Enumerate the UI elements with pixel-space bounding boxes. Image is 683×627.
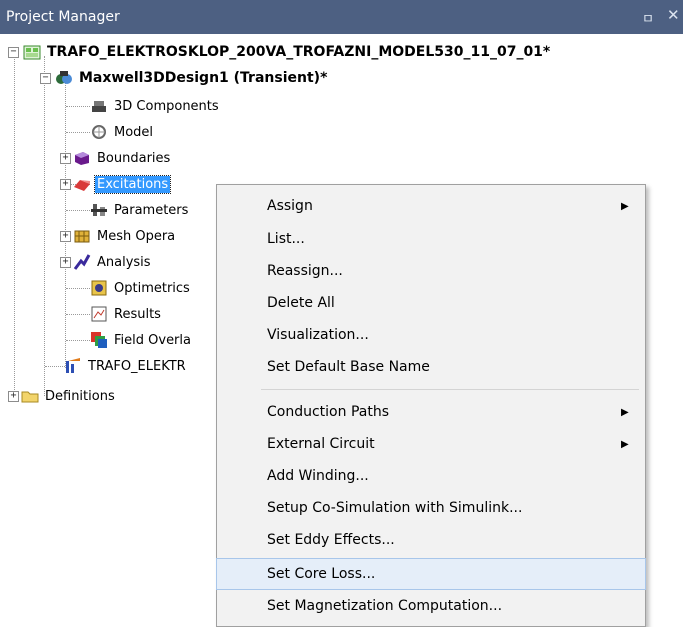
- tree-item-3d-components[interactable]: 3D Components: [90, 95, 221, 117]
- menu-item-assign[interactable]: Assign ▶: [217, 191, 645, 221]
- menu-item-setup-co-simulation[interactable]: Setup Co-Simulation with Simulink...: [217, 493, 645, 523]
- maxwell-design-icon: [55, 69, 73, 87]
- menu-item-delete-all[interactable]: Delete All: [217, 288, 645, 318]
- tree-item-boundaries[interactable]: + Boundaries: [60, 147, 172, 169]
- menu-item-reassign[interactable]: Reassign...: [217, 256, 645, 286]
- parameters-icon: [90, 201, 108, 219]
- expand-icon[interactable]: +: [60, 230, 71, 242]
- design-icon: [64, 357, 82, 375]
- menu-item-visualization[interactable]: Visualization...: [217, 320, 645, 350]
- tree-project[interactable]: − TRAFO_ELEKTROSKLOP_200VA_TROFAZNI_MODE…: [8, 41, 552, 63]
- context-menu: Assign ▶ List... Reassign... Delete All …: [216, 184, 646, 627]
- optimetrics-icon: [90, 279, 108, 297]
- menu-item-conduction-paths[interactable]: Conduction Paths ▶: [217, 397, 645, 427]
- expand-icon[interactable]: +: [60, 178, 71, 190]
- analysis-icon: [73, 253, 91, 271]
- tree-item-optimetrics[interactable]: Optimetrics: [90, 277, 192, 299]
- design-label: Maxwell3DDesign1 (Transient)*: [79, 70, 328, 86]
- tree-second-design[interactable]: TRAFO_ELEKTR: [64, 355, 188, 377]
- expand-icon[interactable]: +: [60, 256, 71, 268]
- menu-item-set-magnetization-computation[interactable]: Set Magnetization Computation...: [217, 591, 645, 621]
- menu-item-list[interactable]: List...: [217, 224, 645, 254]
- results-icon: [90, 305, 108, 323]
- project-label: TRAFO_ELEKTROSKLOP_200VA_TROFAZNI_MODEL5…: [47, 44, 551, 60]
- tree-item-excitations[interactable]: + Excitations: [60, 173, 172, 195]
- tree-item-parameters[interactable]: Parameters: [90, 199, 190, 221]
- expand-icon[interactable]: +: [60, 152, 71, 164]
- project-icon: [23, 43, 41, 61]
- field-overlays-icon: [90, 331, 108, 349]
- boundaries-icon: [73, 149, 91, 167]
- menu-item-set-core-loss[interactable]: Set Core Loss...: [216, 558, 646, 590]
- submenu-arrow-icon: ▶: [621, 406, 629, 418]
- folder-icon: [21, 387, 39, 405]
- pin-icon[interactable]: ㅁ: [642, 8, 654, 27]
- 3d-components-icon: [90, 97, 108, 115]
- menu-separator: [261, 389, 639, 390]
- tree-item-model[interactable]: Model: [90, 121, 155, 143]
- panel-title: Project Manager: [6, 9, 120, 25]
- tree-item-mesh-operations[interactable]: + Mesh Opera: [60, 225, 177, 247]
- mesh-icon: [73, 227, 91, 245]
- submenu-arrow-icon: ▶: [621, 200, 629, 212]
- menu-item-set-default-base-name[interactable]: Set Default Base Name: [217, 352, 645, 382]
- tree-item-analysis[interactable]: + Analysis: [60, 251, 153, 273]
- project-manager-titlebar: Project Manager ㅁ ✕: [0, 0, 683, 34]
- expand-icon[interactable]: +: [8, 390, 19, 402]
- submenu-arrow-icon: ▶: [621, 438, 629, 450]
- collapse-icon[interactable]: −: [8, 46, 19, 58]
- menu-item-set-eddy-effects[interactable]: Set Eddy Effects...: [217, 525, 645, 555]
- menu-item-external-circuit[interactable]: External Circuit ▶: [217, 429, 645, 459]
- close-icon[interactable]: ✕: [667, 6, 680, 24]
- tree-item-results[interactable]: Results: [90, 303, 163, 325]
- model-icon: [90, 123, 108, 141]
- tree-item-field-overlays[interactable]: Field Overla: [90, 329, 193, 351]
- tree-design[interactable]: − Maxwell3DDesign1 (Transient)*: [40, 67, 329, 89]
- menu-item-add-winding[interactable]: Add Winding...: [217, 461, 645, 491]
- excitations-icon: [73, 175, 91, 193]
- tree-definitions[interactable]: + Definitions: [8, 385, 117, 407]
- collapse-icon[interactable]: −: [40, 72, 51, 84]
